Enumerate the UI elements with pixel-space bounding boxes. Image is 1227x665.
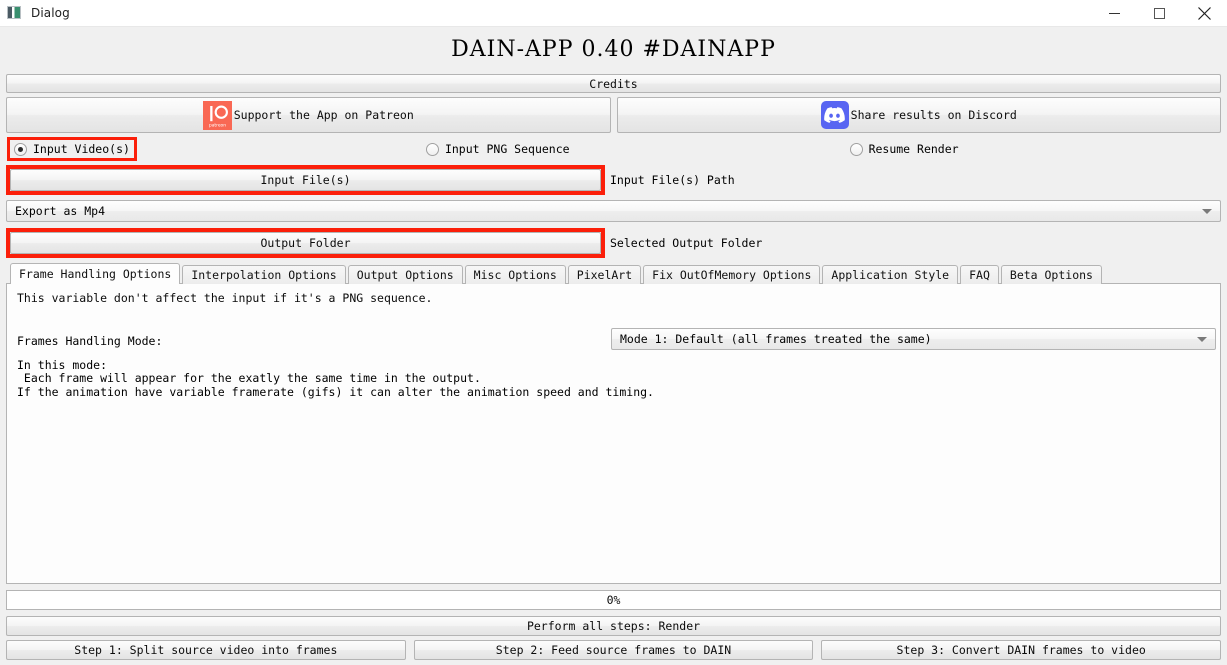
patreon-button[interactable]: patreon Support the App on Patreon <box>6 97 611 133</box>
discord-button-label: Share results on Discord <box>850 108 1017 122</box>
tab-frame-handling-options[interactable]: Frame Handling Options <box>10 263 181 284</box>
discord-icon <box>820 101 849 129</box>
minimize-button[interactable] <box>1092 0 1137 26</box>
input-files-button[interactable]: Input File(s) <box>10 169 601 191</box>
output-folder-path-label: Selected Output Folder <box>610 236 763 250</box>
export-format-combo[interactable]: Export as Mp4 <box>6 200 1221 222</box>
app-icon <box>7 5 23 21</box>
minimize-icon <box>1109 12 1120 14</box>
frames-handling-mode-label: Frames Handling Mode: <box>17 334 163 348</box>
radio-input-png-sequence-label: Input PNG Sequence <box>444 142 570 156</box>
tab-misc-options[interactable]: Misc Options <box>464 265 566 284</box>
tab-fix-outofmemory-options[interactable]: Fix OutOfMemory Options <box>643 265 821 284</box>
credits-row: Credits <box>6 74 1221 93</box>
frames-handling-mode-value: Mode 1: Default (all frames treated the … <box>620 332 932 346</box>
frame-handling-note: This variable don't affect the input if … <box>17 291 433 305</box>
tab-faq[interactable]: FAQ <box>960 265 999 284</box>
dain-app-window: Dialog DAIN-APP 0.40 #DAINAPP Credits pa… <box>0 0 1227 665</box>
radio-resume-render[interactable]: Resume Render <box>846 140 963 158</box>
patreon-button-label: Support the App on Patreon <box>233 108 414 122</box>
chevron-down-icon <box>1202 208 1212 214</box>
radio-input-png-sequence[interactable]: Input PNG Sequence <box>422 140 574 158</box>
radio-dot-icon <box>849 142 863 156</box>
tab-application-style[interactable]: Application Style <box>822 265 959 284</box>
svg-text:patreon: patreon <box>209 122 226 128</box>
tab-output-options[interactable]: Output Options <box>347 265 463 284</box>
radio-dot-icon <box>425 142 439 156</box>
chevron-down-icon <box>1197 336 1207 342</box>
render-progress-bar: 0% <box>6 590 1221 610</box>
export-format-row: Export as Mp4 <box>6 200 1221 222</box>
social-buttons-row: patreon Support the App on Patreon Share… <box>6 97 1221 133</box>
render-progress-label: 0% <box>606 593 621 607</box>
main-content: DAIN-APP 0.40 #DAINAPP Credits patreon S… <box>0 27 1227 665</box>
window-title: Dialog <box>31 6 70 20</box>
credits-button[interactable]: Credits <box>6 74 1221 93</box>
step1-split-video-button[interactable]: Step 1: Split source video into frames <box>6 640 406 660</box>
step2-feed-frames-button[interactable]: Step 2: Feed source frames to DAIN <box>413 640 814 660</box>
render-all-row: Perform all steps: Render <box>6 616 1221 636</box>
frame-handling-description: In this mode: Each frame will appear for… <box>17 358 654 399</box>
discord-button-inner: Share results on Discord <box>820 101 1017 129</box>
steps-row: Step 1: Split source video into frames S… <box>6 640 1222 660</box>
patreon-icon: patreon <box>202 100 232 130</box>
input-file-path-label: Input File(s) Path <box>610 173 735 187</box>
frame-handling-panel: This variable don't affect the input if … <box>6 283 1221 584</box>
window-titlebar: Dialog <box>0 0 1227 27</box>
patreon-button-inner: patreon Support the App on Patreon <box>202 100 414 130</box>
radio-input-videos[interactable]: Input Video(s) <box>7 137 137 161</box>
input-file-row: Input File(s) Input File(s) Path <box>6 165 1221 195</box>
frames-handling-mode-combo[interactable]: Mode 1: Default (all frames treated the … <box>611 328 1216 350</box>
options-tabbar: Frame Handling Options Interpolation Opt… <box>6 263 1221 284</box>
tab-beta-options[interactable]: Beta Options <box>1000 265 1102 284</box>
input-mode-row: Input Video(s) Input PNG Sequence Resume… <box>6 137 1221 161</box>
radio-dot-icon <box>14 142 27 156</box>
input-file-highlight: Input File(s) <box>6 165 605 195</box>
radio-resume-render-label: Resume Render <box>868 142 959 156</box>
maximize-button[interactable] <box>1137 0 1182 26</box>
step3-convert-frames-button[interactable]: Step 3: Convert DAIN frames to video <box>821 640 1222 660</box>
output-folder-highlight: Output Folder <box>6 228 605 258</box>
tab-pixelart[interactable]: PixelArt <box>567 265 642 284</box>
discord-button[interactable]: Share results on Discord <box>616 97 1221 133</box>
output-folder-row: Output Folder Selected Output Folder <box>6 228 1221 258</box>
close-button[interactable] <box>1182 0 1227 26</box>
export-format-value: Export as Mp4 <box>15 204 106 218</box>
radio-input-videos-label: Input Video(s) <box>33 142 130 156</box>
output-folder-button[interactable]: Output Folder <box>10 232 601 254</box>
close-icon <box>1198 6 1211 20</box>
tab-interpolation-options[interactable]: Interpolation Options <box>182 265 346 284</box>
page-title: DAIN-APP 0.40 #DAINAPP <box>6 27 1221 74</box>
maximize-icon <box>1154 7 1165 19</box>
perform-all-steps-button[interactable]: Perform all steps: Render <box>6 616 1221 636</box>
